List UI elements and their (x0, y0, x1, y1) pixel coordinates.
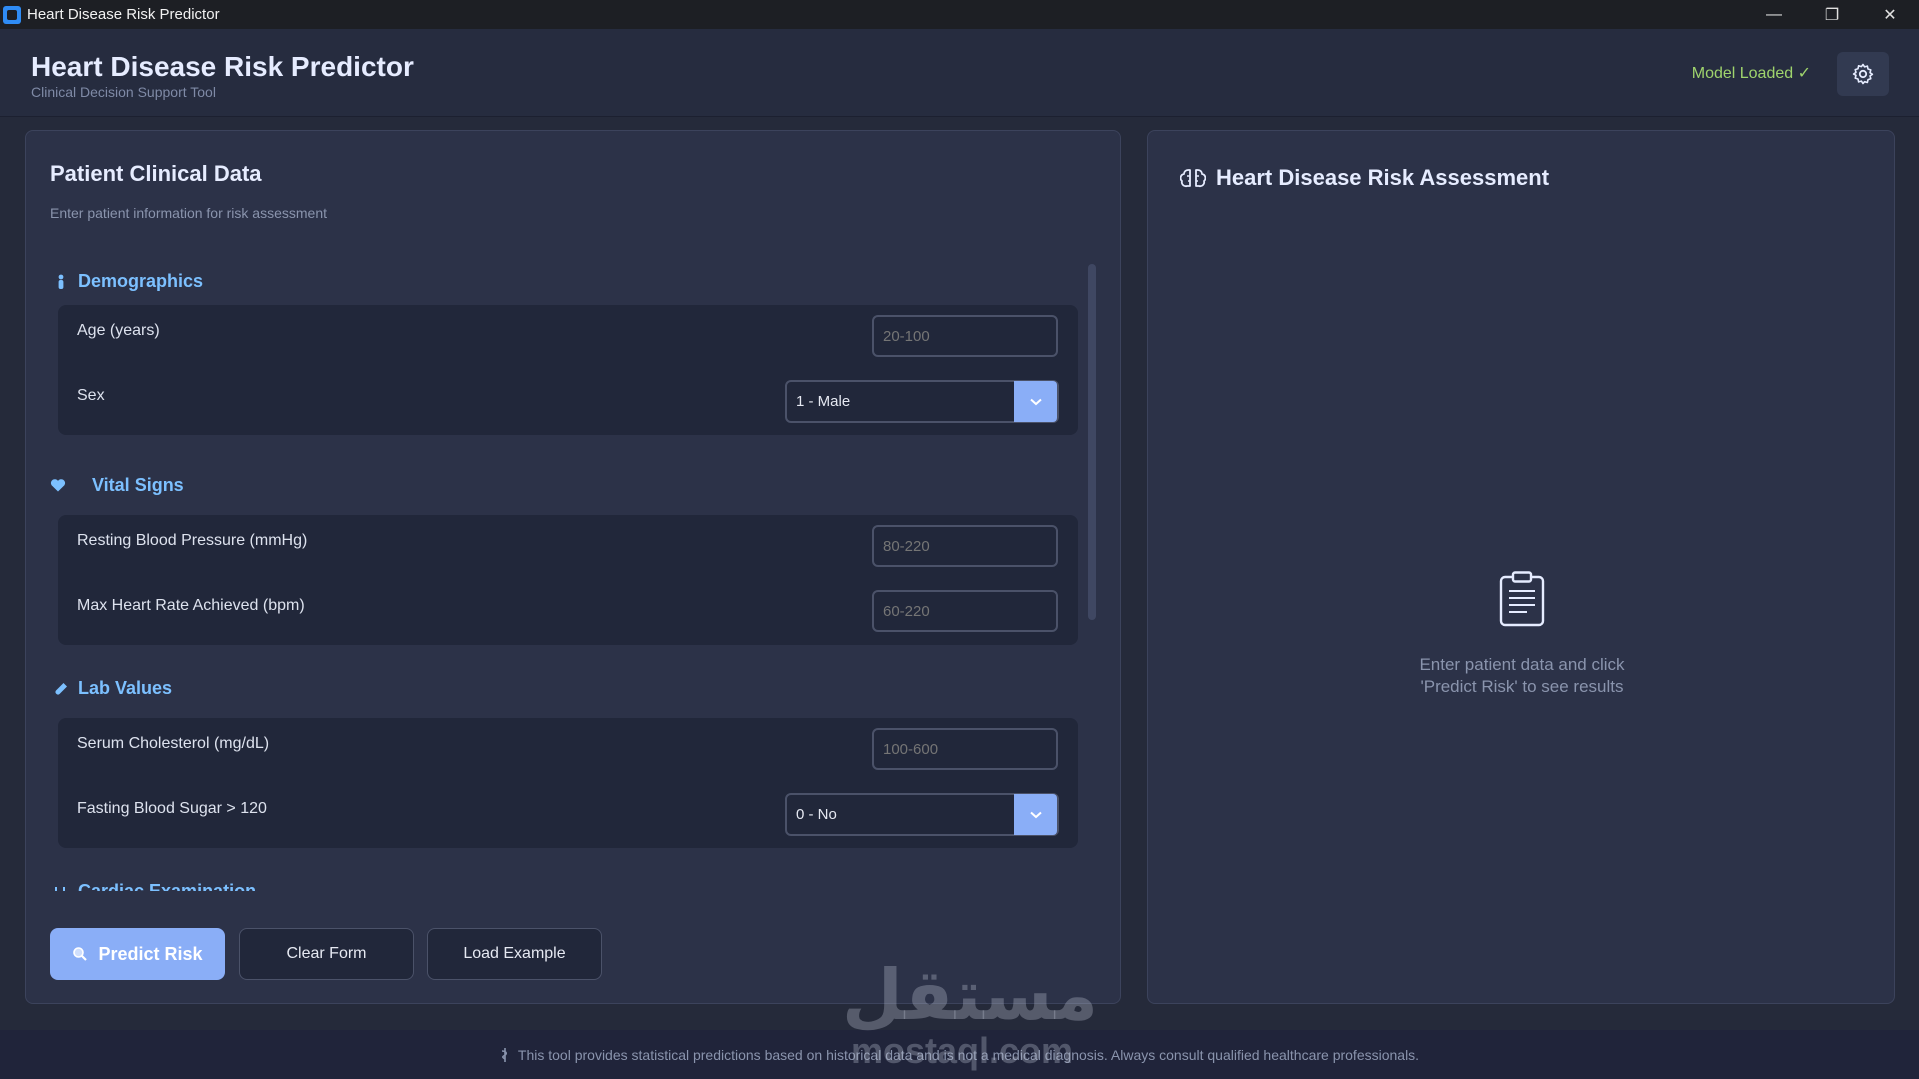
load-example-button[interactable]: Load Example (427, 928, 602, 980)
fbs-select[interactable]: 0 - No (785, 793, 1059, 836)
form-scroll-area[interactable]: Demographics Age (years) Sex 1 - Male (26, 261, 1122, 891)
brain-icon (1180, 167, 1206, 189)
model-status: Model Loaded ✓ (1691, 65, 1811, 82)
risk-assessment-title-text: Heart Disease Risk Assessment (1216, 165, 1550, 190)
chevron-down-icon[interactable] (1014, 381, 1057, 422)
stethoscope-icon (50, 885, 72, 891)
vitals-card: Resting Blood Pressure (mmHg) Max Heart … (58, 515, 1078, 645)
age-label: Age (years) (77, 322, 160, 339)
section-vitals-label: Vital Signs (92, 475, 184, 495)
app-icon (3, 5, 21, 24)
bp-input[interactable] (872, 525, 1058, 567)
predict-risk-button[interactable]: Predict Risk (50, 928, 225, 980)
patient-data-panel: Patient Clinical Data Enter patient info… (25, 130, 1121, 1004)
section-labs: Lab Values (50, 678, 172, 699)
placeholder-line-2: 'Predict Risk' to see results (1420, 677, 1624, 696)
field-row-bp: Resting Blood Pressure (mmHg) (58, 517, 1078, 569)
placeholder-line-1: Enter patient data and click (1419, 655, 1625, 674)
section-cardiac: Cardiac Examination (50, 881, 256, 891)
sex-select-value: 1 - Male (796, 393, 851, 410)
age-input[interactable] (872, 315, 1058, 357)
chol-label: Serum Cholesterol (mg/dL) (77, 735, 270, 752)
scrollbar-thumb[interactable] (1088, 264, 1096, 620)
caduceus-icon (500, 1047, 510, 1062)
window-controls: — ❐ ✕ (1745, 0, 1919, 29)
chevron-down-icon[interactable] (1014, 794, 1057, 835)
risk-assessment-title: Heart Disease Risk Assessment (1180, 165, 1549, 191)
results-placeholder: Enter patient data and click 'Predict Ri… (1148, 571, 1896, 698)
labs-card: Serum Cholesterol (mg/dL) Fasting Blood … (58, 718, 1078, 848)
field-row-age: Age (years) (58, 307, 1078, 359)
app-title: Heart Disease Risk Predictor (31, 51, 414, 82)
maximize-button[interactable]: ❐ (1803, 0, 1861, 29)
bp-label: Resting Blood Pressure (mmHg) (77, 532, 308, 549)
heart-icon (50, 479, 86, 492)
form-scrollbar[interactable] (1088, 264, 1096, 624)
disclaimer-text: This tool provides statistical predictio… (517, 1046, 1420, 1063)
close-button[interactable]: ✕ (1861, 0, 1919, 29)
clear-form-button[interactable]: Clear Form (239, 928, 414, 980)
cholesterol-input[interactable] (872, 728, 1058, 770)
hr-input[interactable] (872, 590, 1058, 632)
sex-label: Sex (77, 387, 105, 404)
minimize-button[interactable]: — (1745, 0, 1803, 29)
field-row-hr: Max Heart Rate Achieved (bpm) (58, 582, 1078, 634)
sex-select[interactable]: 1 - Male (785, 380, 1059, 423)
app-header: Heart Disease Risk Predictor Clinical De… (0, 29, 1919, 117)
section-demographics: Demographics (50, 271, 203, 292)
panel-title: Patient Clinical Data (50, 161, 262, 186)
risk-assessment-panel: Heart Disease Risk Assessment Enter pati… (1147, 130, 1895, 1004)
field-row-chol: Serum Cholesterol (mg/dL) (58, 720, 1078, 772)
app-subtitle: Clinical Decision Support Tool (31, 84, 216, 100)
placeholder-text: Enter patient data and click 'Predict Ri… (1148, 654, 1896, 698)
section-cardiac-label: Cardiac Examination (78, 881, 257, 891)
test-tube-icon (50, 682, 72, 696)
person-icon (50, 274, 72, 290)
settings-button[interactable] (1837, 52, 1889, 96)
field-row-fbs: Fasting Blood Sugar > 120 0 - No (58, 785, 1078, 837)
search-icon (73, 947, 88, 961)
fbs-label: Fasting Blood Sugar > 120 (77, 800, 267, 817)
section-vitals: Vital Signs (50, 475, 184, 496)
hr-label: Max Heart Rate Achieved (bpm) (77, 597, 305, 614)
predict-risk-label: Predict Risk (98, 943, 203, 964)
demographics-card: Age (years) Sex 1 - Male (58, 305, 1078, 435)
clipboard-icon (1499, 571, 1545, 632)
footer-disclaimer: This tool provides statistical predictio… (0, 1030, 1919, 1079)
window-title: Heart Disease Risk Predictor (27, 6, 220, 23)
panel-subtitle: Enter patient information for risk asses… (50, 205, 328, 221)
fbs-select-value: 0 - No (796, 806, 837, 823)
window-titlebar: Heart Disease Risk Predictor — ❐ ✕ (0, 0, 1919, 29)
gear-icon (1852, 63, 1874, 85)
section-labs-label: Lab Values (78, 678, 173, 698)
field-row-sex: Sex 1 - Male (58, 372, 1078, 424)
section-demographics-label: Demographics (78, 271, 204, 291)
